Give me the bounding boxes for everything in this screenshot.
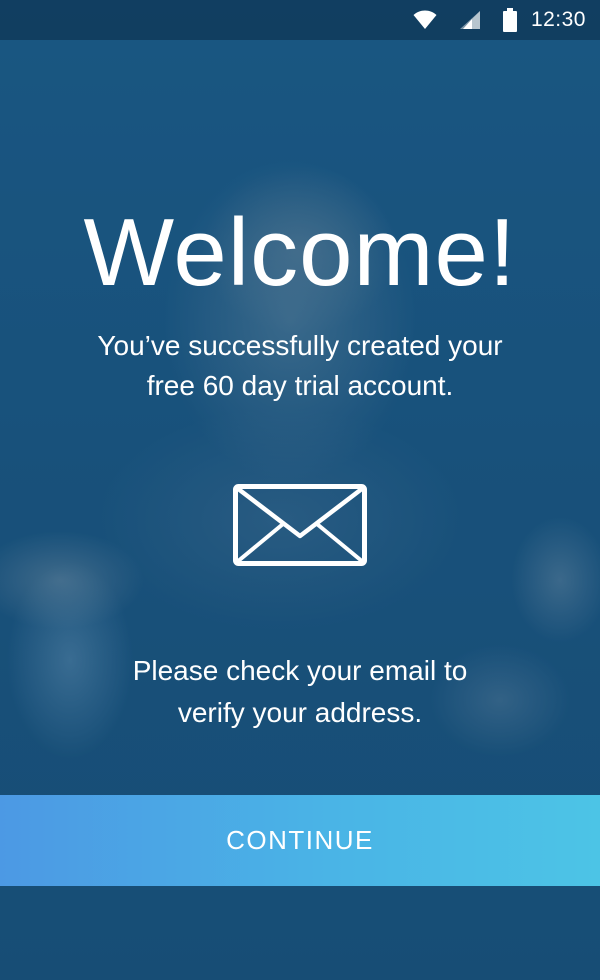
wifi-icon	[413, 10, 437, 30]
welcome-content: Welcome! You’ve successfully created you…	[0, 0, 600, 980]
status-time: 12:30	[530, 8, 586, 31]
welcome-title: Welcome!	[83, 199, 517, 306]
cellular-signal-icon	[459, 10, 481, 30]
subtitle-line-2: free 60 day trial account.	[146, 370, 454, 401]
email-verification-instruction: Please check your email to verify your a…	[70, 650, 530, 734]
envelope-icon	[233, 484, 367, 566]
welcome-screen: 12:30 Welcome! You’ve successfully creat…	[0, 0, 600, 980]
status-bar: 12:30	[0, 0, 600, 40]
continue-button[interactable]: CONTINUE	[0, 795, 600, 886]
instruction-line-2: verify your address.	[177, 697, 423, 728]
battery-icon	[502, 8, 517, 32]
instruction-line-1: Please check your email to	[132, 655, 468, 686]
account-created-message: You’ve successfully created your free 60…	[70, 326, 530, 406]
subtitle-line-1: You’ve successfully created your	[97, 330, 503, 361]
